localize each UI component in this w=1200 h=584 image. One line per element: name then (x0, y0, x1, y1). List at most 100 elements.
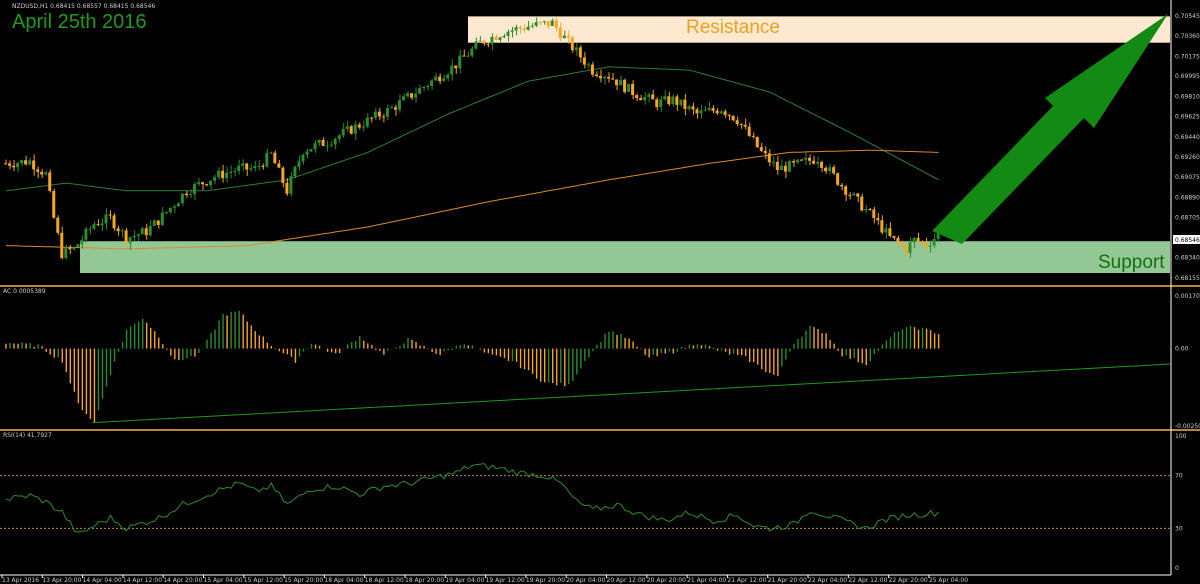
candle-body (667, 96, 671, 105)
candle-body (253, 166, 257, 169)
candle-body (783, 165, 787, 172)
trading-chart: 0.70545 0.70360 0.70175 0.69995 0.69810 0.696… (0, 0, 1200, 584)
x-tick-label: 25 Apr 04:00 (929, 577, 968, 584)
candle-body (217, 170, 221, 178)
candle-body (96, 224, 100, 226)
chart-background (0, 0, 1200, 584)
x-tick-label: 18 Apr 04:00 (324, 577, 363, 584)
candle-body (799, 159, 803, 161)
price-tick-label: 0.70175 (1175, 53, 1200, 60)
x-tick-label: 14 Apr 20:00 (163, 577, 202, 584)
price-tick-label: 0.69995 (1175, 73, 1200, 80)
x-tick-label: 21 Apr 04:00 (687, 577, 726, 584)
candle-body (365, 117, 369, 127)
candle-body (848, 194, 852, 196)
candle-body (836, 173, 840, 185)
candle-body (723, 111, 727, 115)
candle-body (450, 65, 454, 75)
price-tick-label: 0.69810 (1175, 93, 1200, 100)
candle-body (751, 135, 755, 137)
candle-body (309, 149, 313, 152)
candle-body (76, 244, 80, 248)
x-tick-label: 18 Apr 12:00 (365, 577, 404, 584)
candle-body (200, 182, 204, 185)
candle-body (816, 161, 820, 164)
candle-body (156, 220, 160, 225)
rsi-tick-label: 0 (1175, 565, 1179, 572)
candle-body (454, 65, 458, 69)
candle-body (92, 224, 96, 229)
candle-body (876, 218, 880, 221)
candle-body (381, 116, 385, 118)
candle-body (538, 22, 542, 24)
candle-body (321, 139, 325, 146)
candle-body (164, 211, 168, 213)
candle-body (498, 37, 502, 40)
price-tick-label: 0.68705 (1175, 215, 1200, 222)
candle-body (795, 159, 799, 163)
x-tick-label: 14 Apr 12:00 (123, 577, 162, 584)
x-tick-label: 20 Apr 04:00 (566, 577, 605, 584)
x-tick-label: 15 Apr 12:00 (244, 577, 283, 584)
candle-body (104, 214, 108, 224)
candle-body (711, 108, 715, 111)
candle-body (502, 35, 506, 38)
candle-body (289, 176, 293, 194)
candle-body (791, 161, 795, 163)
candle-body (209, 180, 213, 186)
candle-body (743, 124, 747, 127)
candle-body (414, 93, 418, 98)
candle-body (265, 152, 269, 167)
candle-body (132, 235, 136, 238)
candle-body (735, 120, 739, 124)
candle-body (285, 182, 289, 194)
candle-body (269, 152, 273, 154)
candle-body (828, 167, 832, 172)
support-label: Support (1098, 252, 1165, 273)
candle-body (916, 238, 920, 242)
candle-body (213, 177, 217, 181)
candle-body (844, 186, 848, 195)
candle-body (574, 47, 578, 51)
candle-body (695, 109, 699, 114)
candle-body (297, 161, 301, 167)
candle-body (148, 225, 152, 236)
candle-body (570, 37, 574, 51)
candle-body (904, 245, 908, 253)
candle-body (635, 95, 639, 99)
candle-body (401, 96, 405, 101)
x-tick-label: 22 Apr 12:00 (848, 577, 887, 584)
candle-body (747, 126, 751, 136)
candle-body (389, 107, 393, 109)
candle-body (196, 182, 200, 185)
x-tick-label: 19 Apr 20:00 (526, 577, 565, 584)
candle-body (643, 96, 647, 101)
candle-body (868, 209, 872, 211)
candle-body (136, 234, 140, 236)
candle-body (446, 74, 450, 79)
candle-body (478, 40, 482, 42)
x-tick-label: 14 Apr 04:00 (83, 577, 122, 584)
candle-body (345, 126, 349, 129)
rsi-tick-label: 70 (1175, 473, 1183, 480)
candle-body (506, 31, 510, 36)
candle-body (152, 220, 156, 226)
x-tick-label: 20 Apr 12:00 (607, 577, 646, 584)
candle-body (739, 123, 743, 125)
candle-body (602, 77, 606, 79)
candle-body (100, 223, 104, 226)
candle-body (124, 230, 128, 244)
x-tick-label: 15 Apr 20:00 (284, 577, 323, 584)
candle-body (824, 167, 828, 172)
candle-body (759, 147, 763, 151)
x-tick-label: 22 Apr 20:00 (889, 577, 928, 584)
candle-body (56, 217, 60, 233)
candle-body (40, 171, 44, 175)
candle-body (707, 108, 711, 111)
candle-body (880, 220, 884, 233)
candle-body (623, 79, 627, 92)
candle-body (719, 111, 723, 114)
candle-body (566, 35, 570, 38)
candle-body (341, 128, 345, 136)
candle-body (683, 99, 687, 109)
